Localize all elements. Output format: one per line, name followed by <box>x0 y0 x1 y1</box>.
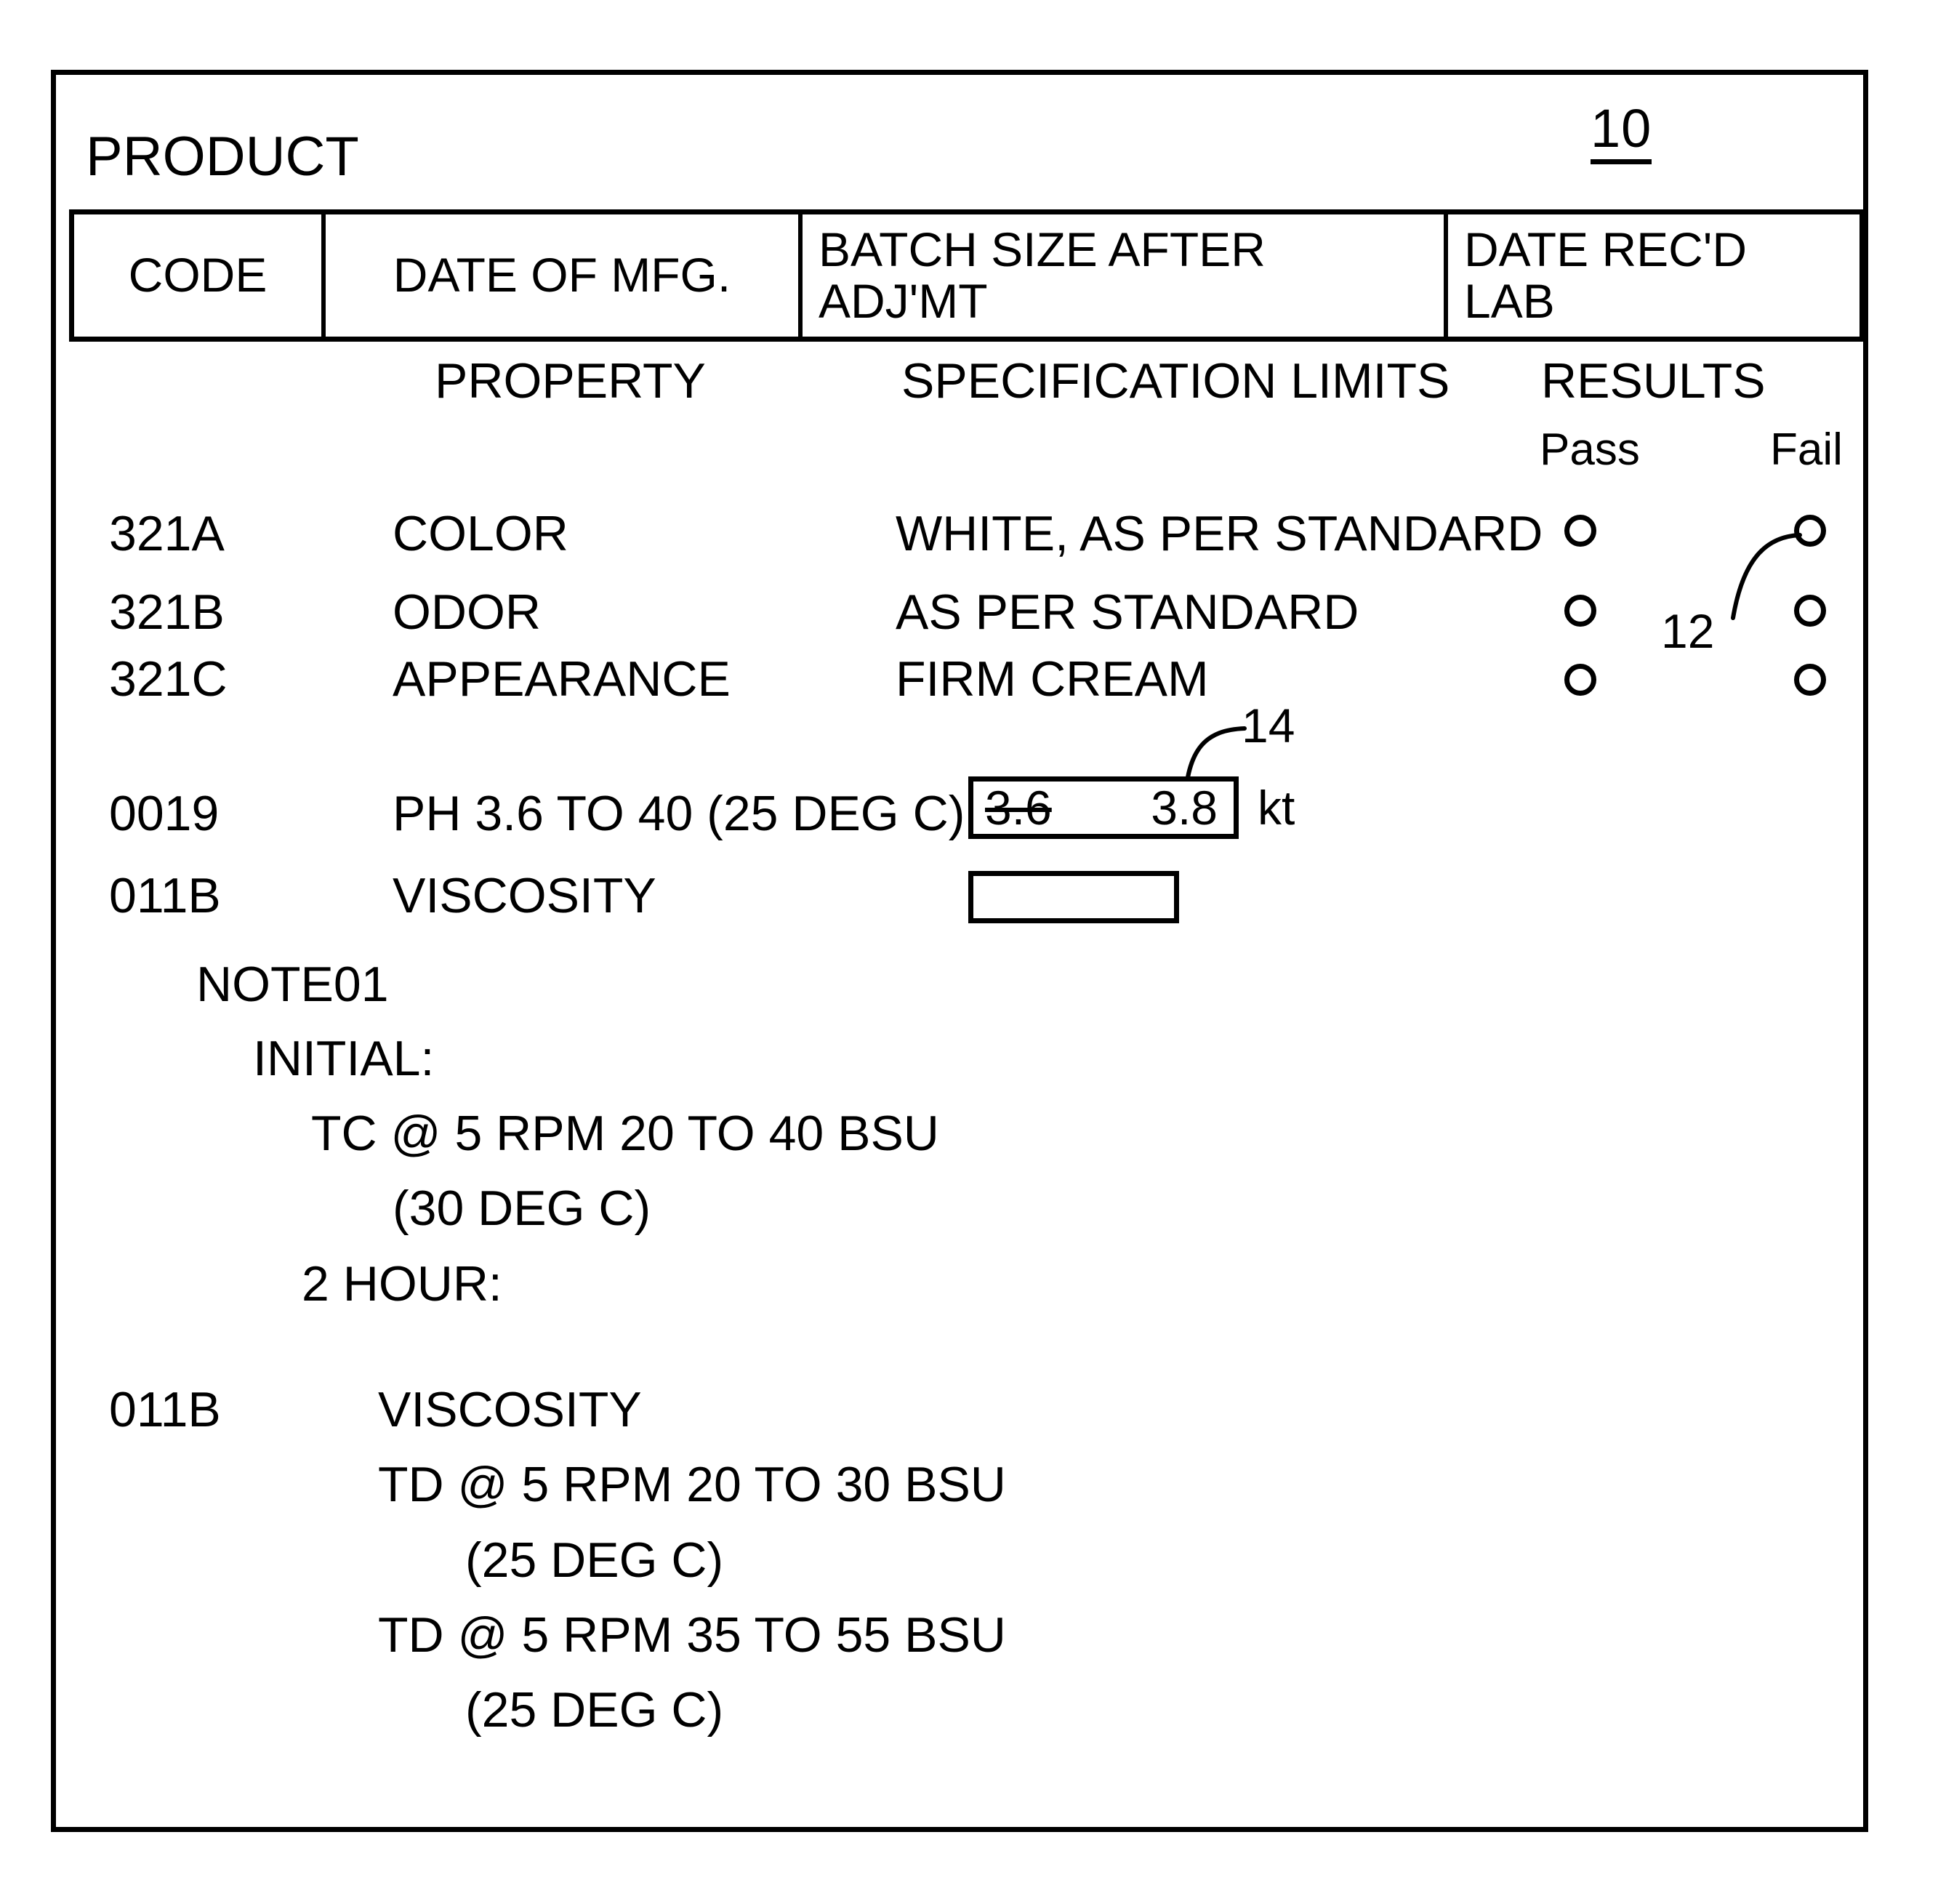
header-cell-batch-size-line2: ADJ'MT <box>819 274 988 328</box>
header-cell-date-recd-lab-line2: LAB <box>1464 274 1555 328</box>
note-initial-temp: (30 DEG C) <box>393 1181 651 1236</box>
pass-checkbox-321a[interactable] <box>1564 515 1596 547</box>
ph-value-field[interactable]: 3.6 3.8 <box>968 776 1239 839</box>
test-row-specification: AS PER STANDARD <box>896 585 1359 640</box>
ph-row-property: PH 3.6 TO 40 (25 DEG C) <box>393 786 965 841</box>
column-header-property: PROPERTY <box>435 353 706 409</box>
ph-old-value: 3.6 <box>985 781 1052 835</box>
reference-numeral-14: 14 <box>1242 699 1295 752</box>
column-header-fail: Fail <box>1770 425 1843 475</box>
test-row-property: COLOR <box>393 506 568 561</box>
viscosity-value-field[interactable] <box>968 871 1179 923</box>
note-id: NOTE01 <box>196 957 389 1012</box>
ph-row-code: 0019 <box>109 786 220 841</box>
viscosity-row-1-property: VISCOSITY <box>393 868 656 923</box>
form-header-table: CODE DATE OF MFG. BATCH SIZE AFTER ADJ'M… <box>69 209 1865 342</box>
header-cell-date-of-mfg-label: DATE OF MFG. <box>393 248 731 302</box>
test-row-code: 321B <box>109 585 225 640</box>
column-header-pass: Pass <box>1540 425 1640 475</box>
test-row-specification: FIRM CREAM <box>896 651 1209 707</box>
test-row-property: APPEARANCE <box>393 651 731 707</box>
test-row-property: ODOR <box>393 585 541 640</box>
ph-unit-label: kt <box>1258 781 1295 835</box>
viscosity-row-2-code: 011B <box>109 1382 221 1437</box>
column-header-results: RESULTS <box>1541 353 1766 409</box>
header-cell-code-label: CODE <box>128 248 268 302</box>
header-cell-batch-size: BATCH SIZE AFTER ADJ'MT <box>803 214 1448 337</box>
header-cell-batch-size-line1: BATCH SIZE AFTER <box>819 222 1266 276</box>
viscosity-row-2-spec-line1: TD @ 5 RPM 20 TO 30 BSU <box>378 1457 1006 1512</box>
form-title: PRODUCT <box>86 126 359 188</box>
test-row-specification: WHITE, AS PER STANDARD <box>896 506 1543 561</box>
note-two-hour-label: 2 HOUR: <box>302 1256 502 1311</box>
pass-checkbox-321c[interactable] <box>1564 664 1596 696</box>
viscosity-row-1-code: 011B <box>109 868 221 923</box>
header-cell-date-recd-lab: DATE REC'D LAB <box>1448 214 1859 337</box>
viscosity-row-2-temp-line1: (25 DEG C) <box>465 1533 724 1588</box>
note-initial-label: INITIAL: <box>253 1031 435 1086</box>
test-row-code: 321C <box>109 651 228 707</box>
reference-numeral-12: 12 <box>1661 604 1715 658</box>
header-cell-code: CODE <box>74 214 326 337</box>
viscosity-row-2-spec-line2: TD @ 5 RPM 35 TO 55 BSU <box>378 1607 1006 1663</box>
pass-checkbox-321b[interactable] <box>1564 595 1596 627</box>
patent-figure-canvas: 10 PRODUCT CODE DATE OF MFG. BATCH SIZE … <box>0 0 1946 1904</box>
viscosity-row-2-property: VISCOSITY <box>378 1382 642 1437</box>
column-header-specification-limits: SPECIFICATION LIMITS <box>901 353 1450 409</box>
test-row-code: 321A <box>109 506 225 561</box>
reference-numeral-10: 10 <box>1591 102 1652 164</box>
header-cell-batch-size-label: BATCH SIZE AFTER ADJ'MT <box>819 222 1266 328</box>
ph-new-value: 3.8 <box>1151 781 1218 835</box>
viscosity-row-2-temp-line2: (25 DEG C) <box>465 1682 724 1738</box>
fail-checkbox-321c[interactable] <box>1794 664 1826 696</box>
header-cell-date-of-mfg: DATE OF MFG. <box>326 214 803 337</box>
header-cell-date-recd-lab-line1: DATE REC'D <box>1464 222 1748 276</box>
note-initial-spec: TC @ 5 RPM 20 TO 40 BSU <box>311 1106 939 1161</box>
header-cell-date-recd-lab-label: DATE REC'D LAB <box>1464 222 1748 328</box>
